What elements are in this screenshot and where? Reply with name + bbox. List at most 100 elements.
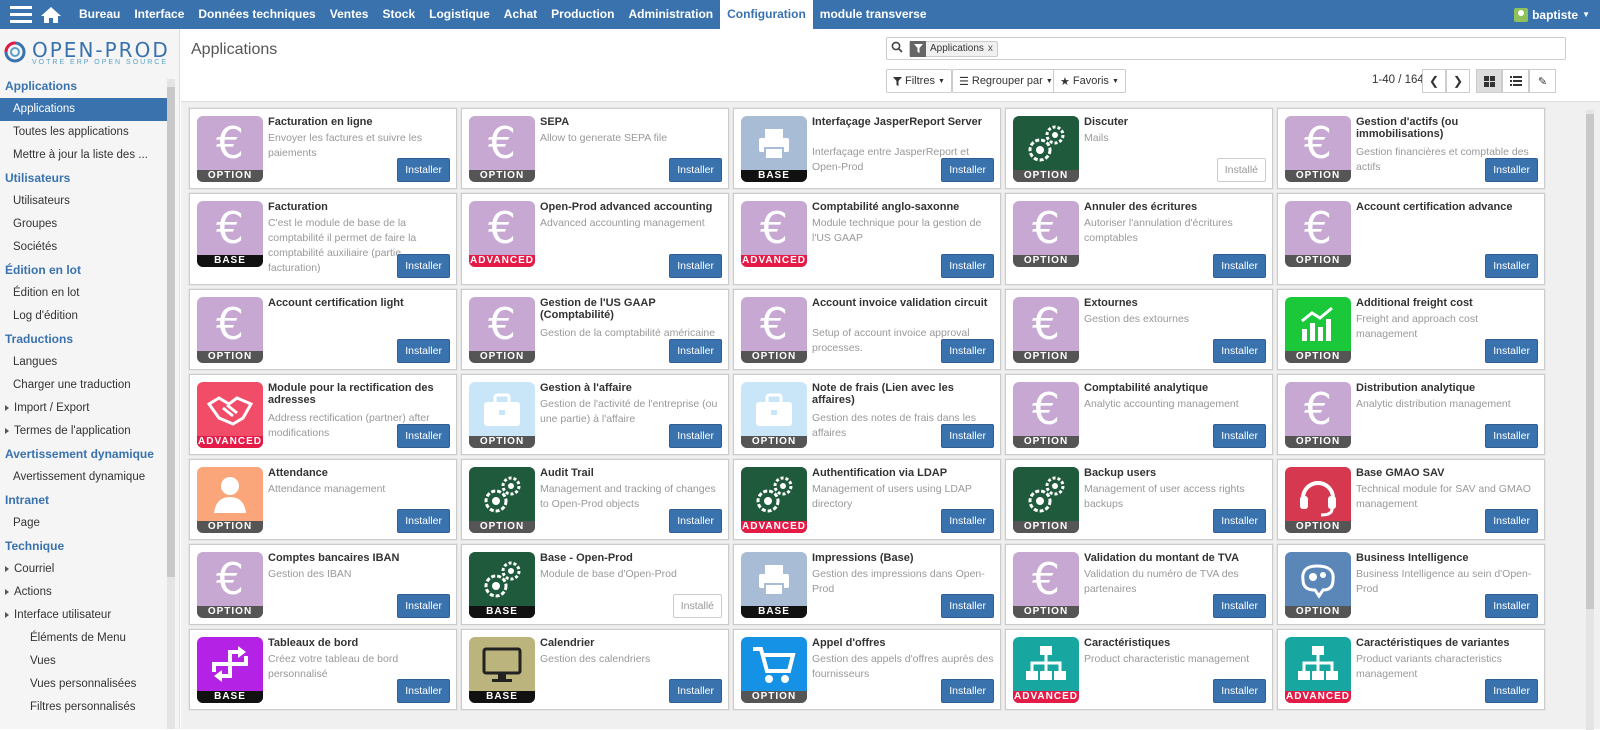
- install-button[interactable]: Installer: [669, 509, 722, 533]
- sidebar-item[interactable]: Vues: [0, 650, 168, 673]
- install-button[interactable]: Installer: [1485, 158, 1538, 182]
- sidebar-section-title[interactable]: Applications: [0, 75, 179, 98]
- favorites-button[interactable]: ★ Favoris ▼: [1053, 69, 1126, 93]
- nav-item[interactable]: module transverse: [813, 0, 934, 29]
- install-button[interactable]: Installer: [1213, 679, 1266, 703]
- install-button[interactable]: Installer: [941, 339, 994, 363]
- pager-value[interactable]: 1-40 / 164: [1372, 74, 1424, 86]
- installed-button[interactable]: Installé: [1216, 158, 1266, 182]
- sidebar-item[interactable]: Page: [0, 512, 168, 535]
- sidebar-item[interactable]: Import / Export: [0, 397, 168, 420]
- module-card[interactable]: OPTION Backup users Management of user acc…: [1005, 459, 1273, 540]
- install-button[interactable]: Installer: [941, 679, 994, 703]
- module-card[interactable]: € OPTION Annuler des écritures Autoriser l'…: [1005, 193, 1273, 285]
- sidebar-item[interactable]: Sociétés: [0, 236, 168, 259]
- install-button[interactable]: Installer: [941, 254, 994, 278]
- install-button[interactable]: Installer: [669, 424, 722, 448]
- module-card[interactable]: € OPTION SEPA Allow to generate SEPA file In…: [461, 108, 729, 189]
- install-button[interactable]: Installer: [1213, 594, 1266, 618]
- module-card[interactable]: € OPTION Account invoice validation circui…: [733, 289, 1001, 370]
- pager-next-button[interactable]: ❯: [1446, 69, 1470, 93]
- install-button[interactable]: Installer: [1485, 339, 1538, 363]
- module-card[interactable]: ADVANCED Caractéristiques de variantes Pro…: [1277, 629, 1545, 710]
- install-button[interactable]: Installer: [941, 594, 994, 618]
- pager-previous-button[interactable]: ❮: [1422, 69, 1446, 93]
- module-card[interactable]: OPTION Additional freight cost Freight and…: [1277, 289, 1545, 370]
- module-card[interactable]: BASE Impressions (Base) Gestion des impres…: [733, 544, 1001, 625]
- module-card[interactable]: BASE Base - Open-Prod Module de base d'Ope…: [461, 544, 729, 625]
- sidebar-item[interactable]: Log d'édition: [0, 305, 168, 328]
- install-button[interactable]: Installer: [669, 254, 722, 278]
- sidebar-section-title[interactable]: Édition en lot: [0, 259, 179, 282]
- install-button[interactable]: Installer: [669, 339, 722, 363]
- module-card[interactable]: € ADVANCED Comptabilité anglo-saxonne Modul…: [733, 193, 1001, 285]
- search-bar[interactable]: Applications x: [886, 37, 1566, 60]
- main-scrollbar-thumb[interactable]: [1586, 114, 1594, 609]
- module-card[interactable]: ADVANCED Authentification via LDAP Managem…: [733, 459, 1001, 540]
- sidebar-section-title[interactable]: Utilisateurs: [0, 167, 179, 190]
- module-card[interactable]: € OPTION Account certification light Instal…: [189, 289, 457, 370]
- module-card[interactable]: € OPTION Account certification advance Inst…: [1277, 193, 1545, 285]
- sidebar-scrollbar-thumb[interactable]: [167, 87, 175, 577]
- install-button[interactable]: Installer: [397, 594, 450, 618]
- sidebar-item[interactable]: Avertissement dynamique: [0, 466, 168, 489]
- nav-item[interactable]: Administration: [621, 0, 720, 29]
- module-card[interactable]: € OPTION Gestion d'actifs (ou immobilisati…: [1277, 108, 1545, 189]
- logo[interactable]: OPEN-PROD VOTRE ERP OPEN SOURCE: [0, 29, 179, 75]
- module-card[interactable]: OPTION Appel d'offres Gestion des appels d…: [733, 629, 1001, 710]
- sidebar-item[interactable]: Éléments de Menu: [0, 627, 168, 650]
- nav-item[interactable]: Données techniques: [191, 0, 322, 29]
- install-button[interactable]: Installer: [397, 339, 450, 363]
- install-button[interactable]: Installer: [397, 509, 450, 533]
- nav-item[interactable]: Bureau: [72, 0, 127, 29]
- module-card[interactable]: OPTION Business Intelligence Business Inte…: [1277, 544, 1545, 625]
- module-card[interactable]: OPTION Attendance Attendance management Ins…: [189, 459, 457, 540]
- kanban-view-button[interactable]: [1476, 69, 1502, 93]
- group-by-button[interactable]: ☰ Regrouper par ▼: [952, 69, 1060, 93]
- install-button[interactable]: Installer: [669, 679, 722, 703]
- sidebar-scrollbar[interactable]: [167, 79, 175, 729]
- sidebar-item[interactable]: Toutes les applications: [0, 121, 168, 144]
- install-button[interactable]: Installer: [397, 158, 450, 182]
- module-card[interactable]: € OPTION Extournes Gestion des extournes Ins…: [1005, 289, 1273, 370]
- module-card[interactable]: € OPTION Distribution analytique Analytic d…: [1277, 374, 1545, 455]
- install-button[interactable]: Installer: [1213, 339, 1266, 363]
- install-button[interactable]: Installer: [1213, 424, 1266, 448]
- sidebar-section-title[interactable]: Technique: [0, 535, 179, 558]
- install-button[interactable]: Installer: [1485, 594, 1538, 618]
- sidebar-item[interactable]: Actions: [0, 581, 168, 604]
- module-card[interactable]: € OPTION Comptabilité analytique Analytic a…: [1005, 374, 1273, 455]
- module-card[interactable]: € OPTION Validation du montant de TVA Valid…: [1005, 544, 1273, 625]
- nav-item[interactable]: Logistique: [422, 0, 497, 29]
- nav-item[interactable]: Configuration: [720, 0, 813, 29]
- sidebar-item[interactable]: Interface utilisateur: [0, 604, 168, 627]
- module-card[interactable]: ADVANCED Caractéristiques Product characte…: [1005, 629, 1273, 710]
- install-button[interactable]: Installer: [397, 424, 450, 448]
- module-card[interactable]: OPTION Discuter Mails Installé: [1005, 108, 1273, 189]
- sidebar-item[interactable]: Édition en lot: [0, 282, 168, 305]
- module-card[interactable]: OPTION Base GMAO SAV Technical module for …: [1277, 459, 1545, 540]
- search-facet-remove[interactable]: x: [988, 43, 997, 54]
- install-button[interactable]: Installer: [941, 158, 994, 182]
- module-card[interactable]: OPTION Audit Trail Management and tracking…: [461, 459, 729, 540]
- module-card[interactable]: BASE Interfaçage JasperReport Server Inter…: [733, 108, 1001, 189]
- install-button[interactable]: Installer: [1485, 254, 1538, 278]
- sidebar-section-title[interactable]: Intranet: [0, 489, 179, 512]
- install-button[interactable]: Installer: [1213, 509, 1266, 533]
- module-card[interactable]: € ADVANCED Open-Prod advanced accounting Ad…: [461, 193, 729, 285]
- install-button[interactable]: Installer: [1213, 254, 1266, 278]
- list-view-button[interactable]: [1502, 69, 1529, 93]
- sidebar-item[interactable]: Utilisateurs: [0, 190, 168, 213]
- sidebar-item[interactable]: Groupes: [0, 213, 168, 236]
- hamburger-menu-icon[interactable]: [6, 0, 36, 29]
- sidebar-item[interactable]: Mettre à jour la liste des ...: [0, 144, 168, 167]
- sidebar-item[interactable]: Vues personnalisées: [0, 673, 168, 696]
- sidebar-item[interactable]: Courriel: [0, 558, 168, 581]
- nav-item[interactable]: Stock: [375, 0, 422, 29]
- module-card[interactable]: € OPTION Comptes bancaires IBAN Gestion des…: [189, 544, 457, 625]
- nav-item[interactable]: Achat: [497, 0, 544, 29]
- install-button[interactable]: Installer: [1485, 424, 1538, 448]
- sidebar-item[interactable]: Applications: [0, 98, 168, 121]
- module-card[interactable]: € OPTION Gestion de l'US GAAP (Comptabilit…: [461, 289, 729, 370]
- user-menu[interactable]: baptiste ▼: [1514, 0, 1590, 29]
